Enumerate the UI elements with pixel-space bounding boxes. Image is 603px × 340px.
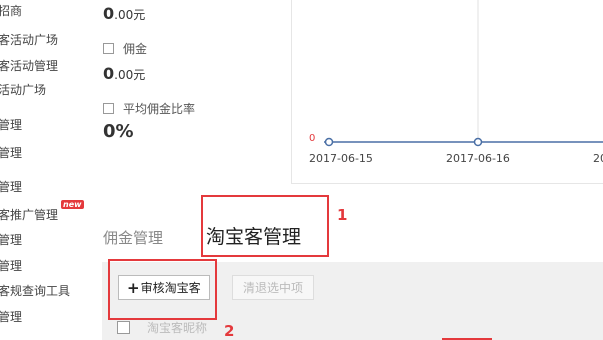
- annotation-box-2: [108, 259, 217, 320]
- chart-zero-label: 0: [309, 133, 316, 144]
- chart-point-0615: [324, 137, 334, 147]
- sidebar-item-activity-plaza[interactable]: 活动广场: [0, 83, 46, 97]
- sidebar-item-manage-c[interactable]: 管理: [0, 180, 22, 194]
- sidebar-item-manage-d[interactable]: 管理: [0, 233, 22, 247]
- sidebar-item-rule-query-tool[interactable]: 客规查询工具: [0, 284, 70, 298]
- sidebar-item-manage-b[interactable]: 管理: [0, 146, 22, 160]
- stat-value-2: 0.00元: [103, 64, 145, 83]
- nickname-column-header: 淘宝客昵称: [147, 321, 208, 335]
- sidebar-item-promotion-manage[interactable]: 客推广管理: [0, 208, 58, 222]
- select-all-checkbox[interactable]: [117, 321, 130, 334]
- avg-rate-value: 0%: [103, 121, 134, 142]
- sidebar: 招商 客活动广场 客活动管理 活动广场 管理 管理 管理 客推广管理 new 管…: [0, 0, 98, 340]
- stat-value-1-decimal: .00元: [114, 8, 146, 22]
- avg-rate-label: 平均佣金比率: [123, 102, 196, 116]
- commission-label: 佣金: [123, 42, 148, 56]
- sidebar-item-manage-e[interactable]: 管理: [0, 259, 22, 273]
- chart-tick-label: 2017-06-16: [446, 152, 510, 165]
- avg-rate-checkbox-row[interactable]: 平均佣金比率: [103, 100, 195, 117]
- annotation-box-1: [201, 195, 329, 257]
- sidebar-item-manage-a[interactable]: 管理: [0, 118, 22, 132]
- select-all-row[interactable]: 淘宝客昵称: [117, 319, 207, 336]
- avg-rate-checkbox[interactable]: [103, 103, 114, 114]
- chart-tick-label: 2017-06-15: [309, 152, 373, 165]
- commission-checkbox-row[interactable]: 佣金: [103, 40, 147, 57]
- stat-value-1: 0.00元: [103, 4, 145, 23]
- sidebar-item-activity-manage[interactable]: 客活动管理: [0, 59, 58, 73]
- stat-value-2-integer: 0: [103, 64, 115, 83]
- sidebar-item-manage-f[interactable]: 管理: [0, 310, 22, 324]
- sidebar-item-activity-square[interactable]: 客活动广场: [0, 33, 58, 47]
- chart-point-0616: [473, 137, 483, 147]
- annotation-number-2: 2: [224, 322, 235, 340]
- clear-selected-button[interactable]: 清退选中项: [232, 275, 315, 300]
- new-badge: new: [61, 200, 84, 209]
- chart-tick-label: 20: [593, 152, 603, 165]
- annotation-number-1: 1: [337, 206, 348, 224]
- sidebar-item-zhaoshang[interactable]: 招商: [0, 4, 22, 18]
- commission-checkbox[interactable]: [103, 43, 114, 54]
- stat-value-1-integer: 0: [103, 4, 115, 23]
- stat-value-2-decimal: .00元: [114, 68, 146, 82]
- tab-commission-manage[interactable]: 佣金管理: [103, 227, 163, 248]
